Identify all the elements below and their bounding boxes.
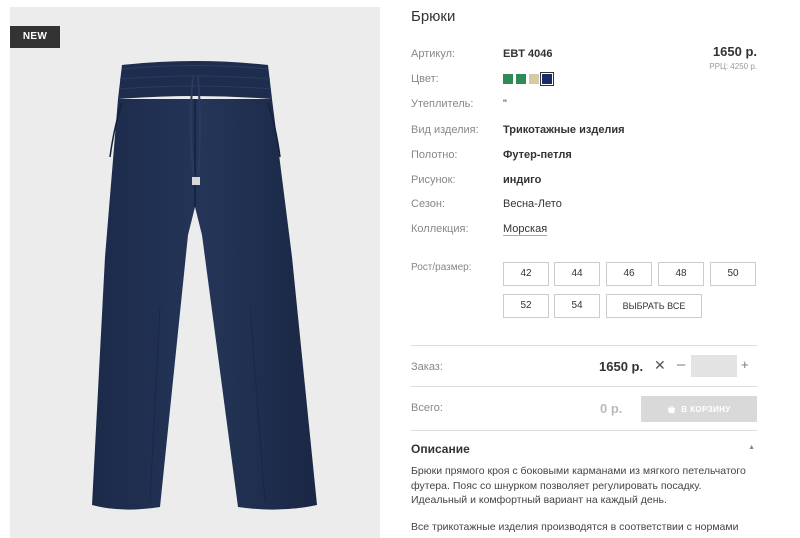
product-title: Брюки	[411, 8, 456, 25]
attr-label: Цвет:	[411, 73, 439, 85]
size-option[interactable]: 46	[606, 262, 652, 286]
color-swatch[interactable]	[529, 74, 539, 84]
divider	[411, 345, 757, 346]
attr-label: Сезон:	[411, 198, 445, 210]
order-label: Заказ:	[411, 361, 443, 373]
total-value: 0 р.	[600, 401, 623, 416]
attr-value: индиго	[503, 174, 542, 186]
basket-icon	[668, 405, 676, 413]
collection-link[interactable]: Морская	[503, 223, 547, 235]
attr-value: Футер-петля	[503, 149, 572, 161]
attr-value: "	[503, 98, 507, 110]
size-option[interactable]: 54	[554, 294, 600, 318]
size-option[interactable]: 42	[503, 262, 549, 286]
order-price: 1650 р.	[599, 359, 644, 374]
divider	[411, 386, 757, 387]
color-swatch[interactable]	[503, 74, 513, 84]
description-text-2: Все трикотажные изделия производятся в с…	[411, 521, 739, 533]
description-title[interactable]: Описание	[411, 442, 470, 456]
size-option[interactable]: 50	[710, 262, 756, 286]
close-icon[interactable]: ✕	[654, 357, 666, 374]
product-price: 1650 р.	[712, 44, 757, 59]
color-swatch[interactable]	[540, 72, 554, 86]
plus-icon[interactable]: +	[741, 357, 749, 372]
select-all-sizes-button[interactable]: ВЫБРАТЬ ВСЕ	[606, 294, 702, 318]
attr-label: Рисунок:	[411, 174, 456, 186]
attr-label: Полотно:	[411, 149, 458, 161]
attr-value: Весна-Лето	[503, 198, 562, 210]
attr-value: EBT 4046	[503, 48, 553, 60]
sizes-label: Рост/размер:	[411, 262, 472, 273]
color-swatch[interactable]	[516, 74, 526, 84]
attr-label: Артикул:	[411, 48, 456, 60]
quantity-input[interactable]	[691, 355, 737, 377]
new-badge: NEW	[10, 26, 60, 48]
size-option[interactable]: 48	[658, 262, 704, 286]
minus-icon[interactable]: –	[677, 356, 685, 373]
total-label: Всего:	[411, 402, 443, 414]
divider	[411, 430, 757, 431]
attr-label: Коллекция:	[411, 223, 469, 235]
product-image-panel: NEW	[10, 7, 380, 538]
description-text: Брюки прямого кроя с боковыми карманами …	[411, 465, 746, 506]
product-image	[92, 61, 317, 510]
add-to-cart-button[interactable]: В КОРЗИНУ	[641, 396, 757, 422]
attr-label: Утеплитель:	[411, 98, 474, 110]
cart-button-label: В КОРЗИНУ	[681, 404, 731, 414]
rrp-price: РРЦ: 4250 р.	[709, 62, 757, 71]
size-option[interactable]: 44	[554, 262, 600, 286]
size-option[interactable]: 52	[503, 294, 549, 318]
attr-value: Трикотажные изделия	[503, 124, 625, 136]
attr-label: Вид изделия:	[411, 124, 479, 136]
color-swatches	[503, 72, 554, 86]
chevron-up-icon[interactable]: ▲	[748, 444, 755, 451]
